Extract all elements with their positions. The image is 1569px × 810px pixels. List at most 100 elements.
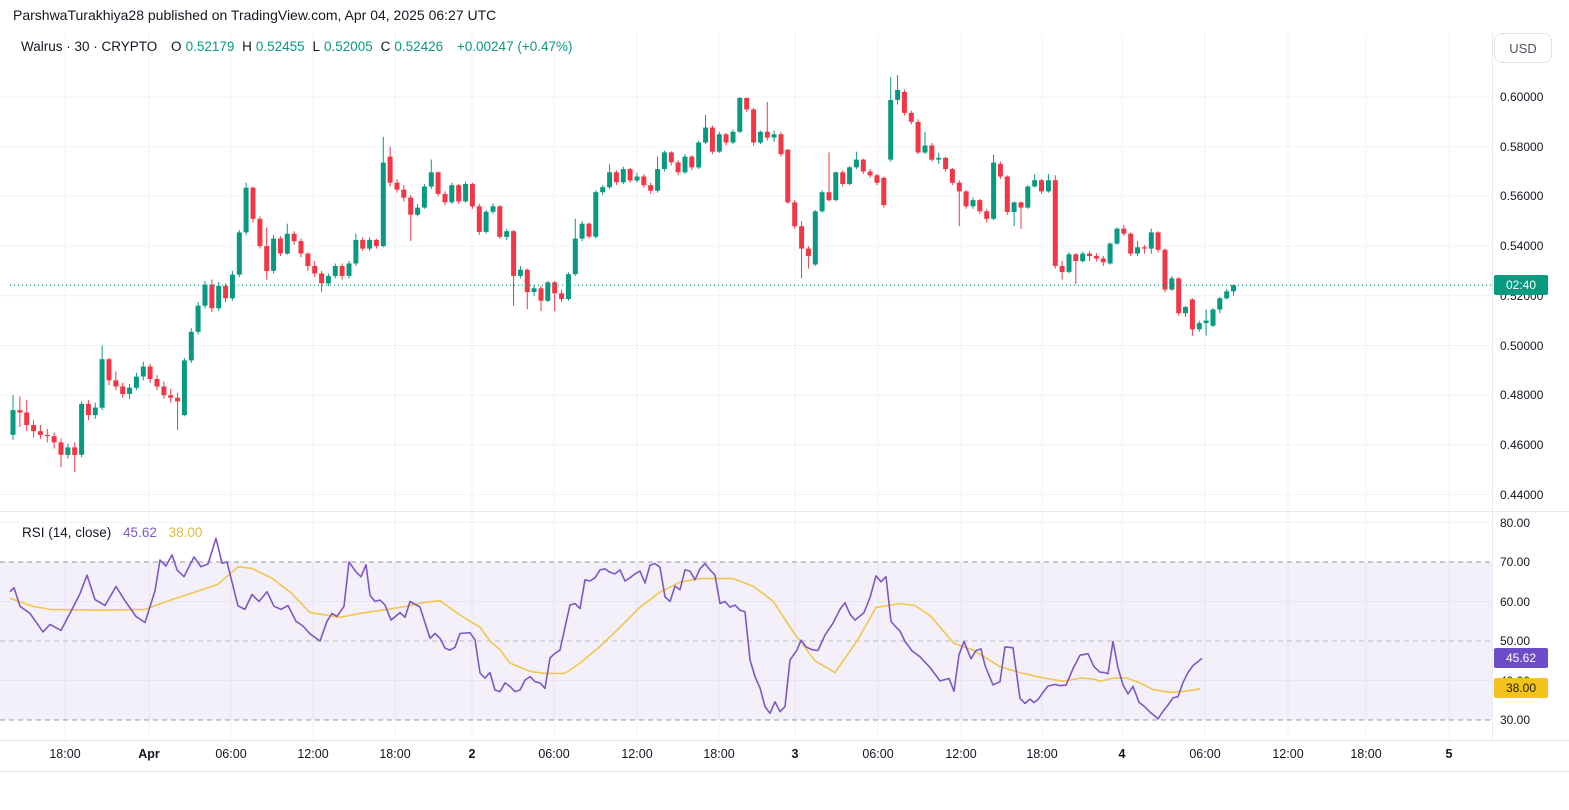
candle [970, 200, 976, 207]
price-axis-label: 0.44000 [1500, 487, 1544, 502]
candle [449, 185, 455, 203]
candle [223, 285, 229, 299]
candle [1196, 323, 1202, 330]
price-axis-label: 0.56000 [1500, 189, 1544, 204]
candle [236, 232, 242, 275]
candle [161, 386, 167, 396]
candle [517, 269, 523, 276]
time-axis-label: 3 [791, 747, 799, 761]
price-axis-label: 0.46000 [1500, 437, 1544, 452]
candle [627, 169, 633, 181]
candle [1045, 180, 1051, 192]
candle [140, 366, 146, 377]
candle [696, 142, 702, 168]
rsi-ma-legend-value: 38.00 [168, 525, 203, 540]
candle [106, 359, 112, 381]
time-axis-label: 06:00 [1189, 747, 1221, 761]
rsi-axis-label: 60.00 [1500, 594, 1531, 609]
candle [298, 241, 304, 254]
candle [579, 223, 585, 239]
currency-button[interactable]: USD [1494, 33, 1552, 63]
symbol-title[interactable]: Walrus · 30 · CRYPTO [21, 39, 157, 54]
candle [826, 192, 832, 201]
candle [1231, 285, 1236, 292]
candle [847, 167, 853, 184]
candle [860, 159, 866, 172]
candle [353, 239, 359, 264]
candle [1052, 180, 1058, 266]
candle [44, 435, 50, 437]
candle [1135, 247, 1140, 254]
candle [1176, 278, 1182, 314]
candle [833, 172, 839, 201]
close-label: C [380, 39, 391, 54]
candle [511, 231, 517, 276]
price-axis-label: 0.60000 [1500, 90, 1544, 104]
candle [216, 285, 222, 309]
candle [1025, 186, 1031, 208]
candle [984, 211, 990, 219]
candle [291, 233, 297, 242]
rsi-band [0, 562, 1492, 720]
candle [113, 380, 119, 387]
candle [360, 239, 366, 249]
candle [991, 162, 997, 219]
candle [1183, 307, 1188, 314]
candle [10, 410, 16, 435]
time-axis-label: 18:00 [703, 747, 735, 761]
candle [888, 100, 894, 160]
candle [408, 197, 414, 215]
candle [1080, 253, 1086, 262]
candle [538, 288, 544, 301]
candle [949, 169, 955, 183]
candle [963, 191, 969, 207]
candle [31, 425, 37, 432]
candle [271, 238, 277, 271]
candle [908, 112, 914, 122]
candle [469, 184, 475, 207]
high-value: 0.52455 [255, 39, 305, 54]
candle [147, 366, 153, 379]
candle [853, 159, 859, 168]
candle [805, 248, 811, 257]
candle [168, 395, 174, 398]
candle [1066, 254, 1072, 272]
candle [1148, 232, 1154, 249]
candle [1087, 253, 1092, 257]
candle [339, 266, 345, 276]
symbol-legend: Walrus · 30 · CRYPTO O 0.52179 H 0.52455 L… [21, 39, 576, 54]
candle [401, 189, 407, 198]
time-axis-label: Apr [138, 747, 160, 761]
time-axis-label: 06:00 [538, 747, 570, 761]
candle [120, 386, 126, 394]
candle [1210, 309, 1216, 326]
candle [559, 293, 565, 299]
candle [325, 275, 331, 284]
candle [456, 185, 462, 202]
low-label: L [312, 39, 320, 54]
candle [58, 442, 64, 455]
candles-group[interactable] [10, 75, 1237, 473]
candle [757, 131, 763, 143]
candle [703, 127, 709, 143]
rsi-legend-title[interactable]: RSI (14, close) [22, 525, 111, 540]
candle [1004, 176, 1010, 212]
candle [312, 266, 318, 274]
candle [915, 121, 921, 153]
chart-canvas [0, 33, 1492, 740]
open-label: O [171, 39, 182, 54]
candle [1032, 180, 1038, 187]
candle [51, 436, 57, 443]
candle [497, 206, 503, 237]
candle [24, 412, 30, 425]
candle [1155, 232, 1161, 250]
pane-divider[interactable] [0, 511, 1569, 512]
time-axis-label: 12:00 [1272, 747, 1304, 761]
candle [442, 193, 448, 203]
candle [737, 98, 743, 132]
candle [709, 127, 715, 152]
candle [92, 407, 98, 416]
candle [744, 98, 750, 110]
candle [936, 157, 942, 160]
candle [751, 109, 757, 143]
